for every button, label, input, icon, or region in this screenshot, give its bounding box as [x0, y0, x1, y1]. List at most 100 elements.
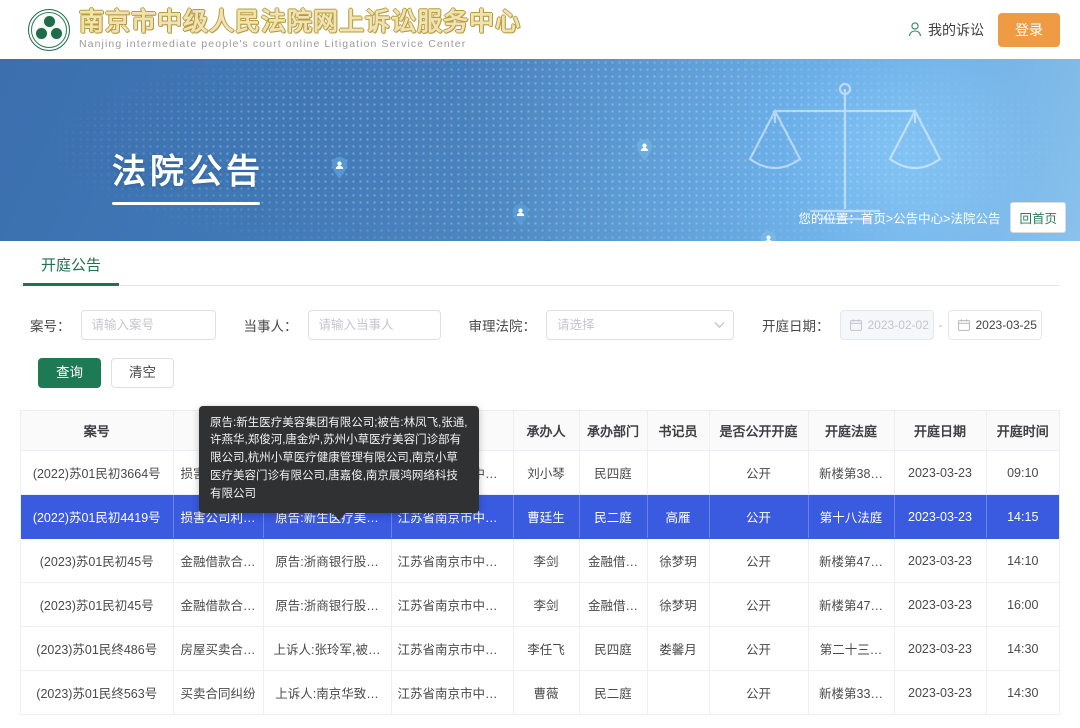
table-cell — [647, 451, 709, 495]
party-input[interactable] — [308, 310, 441, 340]
table-cell: 江苏省南京市中级… — [391, 627, 513, 671]
results-table: 案号案由当事人审理法院承办人承办部门书记员是否公开开庭开庭法庭开庭日期开庭时间 … — [21, 411, 1059, 716]
clear-button[interactable]: 清空 — [111, 358, 174, 388]
case-no-input[interactable] — [81, 310, 216, 340]
table-cell: 徐梦玥 — [647, 583, 709, 627]
page-banner: 法院公告 您的位置：首页>公告中心>法院公告 回首页 — [0, 59, 1080, 241]
table-cell: 江苏省南京市中级… — [391, 671, 513, 715]
case-no-label: 案号： — [30, 315, 71, 335]
back-to-home-button[interactable]: 回首页 — [1010, 202, 1066, 233]
column-header: 书记员 — [647, 411, 709, 451]
login-button[interactable]: 登录 — [998, 13, 1060, 47]
table-cell: 14:30 — [986, 671, 1059, 715]
hearing-date-start-value: 2023-02-02 — [868, 318, 929, 332]
table-cell: 公开 — [709, 671, 808, 715]
table-cell: 曹廷生 — [513, 495, 579, 539]
table-cell: 高雁 — [647, 495, 709, 539]
table-cell: 09:10 — [986, 451, 1059, 495]
map-pin-person-icon — [512, 204, 529, 226]
table-cell: 民四庭 — [579, 451, 647, 495]
table-cell: 民二庭 — [579, 671, 647, 715]
column-header: 案号 — [21, 411, 173, 451]
table-cell: 公开 — [709, 539, 808, 583]
table-cell: 徐梦玥 — [647, 539, 709, 583]
table-row[interactable]: (2023)苏01民初45号金融借款合…原告:浙商银行股…江苏省南京市中级…李剑… — [21, 583, 1059, 627]
map-pin-person-icon — [636, 139, 653, 161]
table-cell: 上诉人:张玲军,被… — [263, 627, 391, 671]
site-header: 南京市中级人民法院网上诉讼服务中心 Nanjing intermediate p… — [0, 0, 1080, 59]
table-cell: (2022)苏01民初3664号 — [21, 451, 173, 495]
table-row[interactable]: (2022)苏01民初4419号损害公司利…原告:新生医疗美…江苏省南京市中级…… — [21, 495, 1059, 539]
party-label: 当事人： — [244, 315, 298, 335]
court-select[interactable] — [546, 310, 734, 340]
hearing-date-end[interactable]: 2023-03-25 — [948, 310, 1042, 340]
table-cell: 14:30 — [986, 627, 1059, 671]
my-litigation-label: 我的诉讼 — [928, 20, 984, 40]
table-cell: 新楼第47… — [808, 539, 894, 583]
table-cell: 江苏省南京市中级… — [391, 539, 513, 583]
table-cell: 2023-03-23 — [894, 671, 986, 715]
column-header: 是否公开开庭 — [709, 411, 808, 451]
table-cell: 刘小琴 — [513, 451, 579, 495]
table-row[interactable]: (2023)苏01民初45号金融借款合…原告:浙商银行股…江苏省南京市中级…李剑… — [21, 539, 1059, 583]
table-cell: 李任飞 — [513, 627, 579, 671]
table-row[interactable]: (2022)苏01民初3664号损害公司利…原告:新生医疗美…江苏省南京市中级…… — [21, 451, 1059, 495]
calendar-icon — [958, 319, 970, 331]
table-header-row: 案号案由当事人审理法院承办人承办部门书记员是否公开开庭开庭法庭开庭日期开庭时间 — [21, 411, 1059, 451]
map-pin-person-icon — [540, 240, 557, 241]
table-cell: 原告:浙商银行股… — [263, 583, 391, 627]
table-cell: 江苏省南京市中级… — [391, 583, 513, 627]
hearing-date-end-value: 2023-03-25 — [976, 318, 1037, 332]
table-cell: (2022)苏01民初4419号 — [21, 495, 173, 539]
table-cell: 公开 — [709, 451, 808, 495]
table-cell: (2023)苏01民终563号 — [21, 671, 173, 715]
my-litigation-link[interactable]: 我的诉讼 — [908, 20, 984, 40]
table-cell: 买卖合同纠纷 — [173, 671, 263, 715]
table-cell: 新楼第33… — [808, 671, 894, 715]
brand-logo[interactable]: 南京市中级人民法院网上诉讼服务中心 Nanjing intermediate p… — [28, 9, 521, 51]
column-header: 开庭日期 — [894, 411, 986, 451]
table-cell: 娄馨月 — [647, 627, 709, 671]
court-emblem-icon — [28, 9, 70, 51]
table-cell: (2023)苏01民终486号 — [21, 627, 173, 671]
table-cell: 金融借款合… — [173, 583, 263, 627]
query-button[interactable]: 查询 — [38, 358, 101, 388]
main-content: 开庭公告 案号： 当事人： 审理法院： 开 — [0, 241, 1080, 715]
table-row[interactable]: (2023)苏01民终486号房屋买卖合…上诉人:张玲军,被…江苏省南京市中级…… — [21, 627, 1059, 671]
search-buttons: 查询 清空 — [30, 358, 1050, 388]
table-cell: 民二庭 — [579, 495, 647, 539]
table-cell: 2023-03-23 — [894, 583, 986, 627]
table-cell: 2023-03-23 — [894, 539, 986, 583]
court-select-wrapper[interactable] — [546, 310, 734, 340]
table-cell: 上诉人:南京华致… — [263, 671, 391, 715]
table-cell: 14:15 — [986, 495, 1059, 539]
table-cell: (2023)苏01民初45号 — [21, 583, 173, 627]
brand-text: 南京市中级人民法院网上诉讼服务中心 Nanjing intermediate p… — [79, 10, 521, 50]
column-header: 开庭法庭 — [808, 411, 894, 451]
map-pin-person-icon — [331, 157, 348, 179]
field-party: 当事人： — [244, 310, 441, 340]
field-hearing-date: 开庭日期： 2023-02-02 - — [762, 310, 1042, 340]
site-subtitle: Nanjing intermediate people's court onli… — [79, 39, 521, 50]
table-cell: 2023-03-23 — [894, 627, 986, 671]
title-underline — [112, 202, 260, 205]
search-panel: 案号： 当事人： 审理法院： 开庭日期： — [20, 286, 1060, 388]
calendar-icon — [850, 319, 862, 331]
tab-bar: 开庭公告 — [20, 241, 1060, 286]
breadcrumb: 您的位置：首页>公告中心>法院公告 回首页 — [798, 202, 1066, 233]
table-cell: 金融借… — [579, 583, 647, 627]
column-header: 承办部门 — [579, 411, 647, 451]
table-cell: 金融借… — [579, 539, 647, 583]
table-cell: 民四庭 — [579, 627, 647, 671]
table-cell: 曹薇 — [513, 671, 579, 715]
tab-hearing-announcement[interactable]: 开庭公告 — [37, 254, 105, 285]
hearing-date-start[interactable]: 2023-02-02 — [840, 310, 934, 340]
court-label: 审理法院： — [469, 315, 537, 335]
table-cell: 16:00 — [986, 583, 1059, 627]
map-pin-person-icon — [760, 231, 777, 241]
page-title: 法院公告 — [112, 155, 264, 189]
table-row[interactable]: (2023)苏01民终563号买卖合同纠纷上诉人:南京华致…江苏省南京市中级…曹… — [21, 671, 1059, 715]
table-head: 案号案由当事人审理法院承办人承办部门书记员是否公开开庭开庭法庭开庭日期开庭时间 — [21, 411, 1059, 451]
date-range-separator: - — [939, 318, 943, 332]
table-cell: 新楼第38… — [808, 451, 894, 495]
